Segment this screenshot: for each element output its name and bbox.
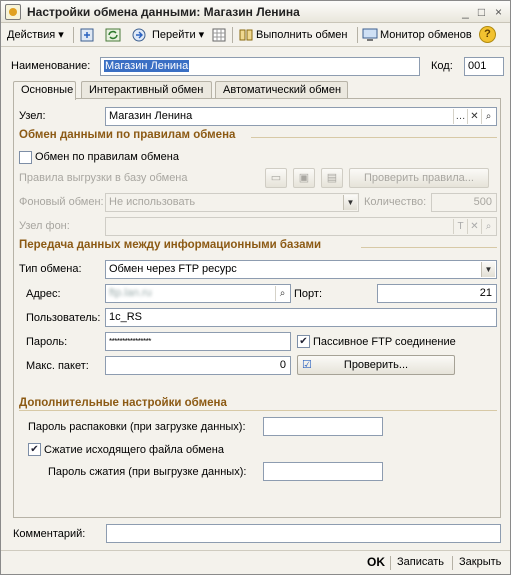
title-bar: Настройки обмена данными: Магазин Ленина… [1, 1, 510, 23]
monitor-exchanges-button[interactable]: Монитор обменов [380, 26, 472, 44]
bg-node-field[interactable]: T ✕ ⌕ [105, 217, 497, 236]
node-select-icon[interactable]: … [453, 109, 467, 124]
name-label: Наименование: [11, 60, 91, 72]
toolbar-separator [232, 27, 233, 43]
section-extra-title: Дополнительные настройки обмена [19, 397, 227, 409]
address-label: Адрес: [26, 288, 61, 300]
monitor-icon [362, 28, 378, 41]
passive-ftp-label: Пассивное FTP соединение [313, 336, 456, 348]
user-field[interactable]: 1c_RS [105, 308, 497, 327]
comment-field[interactable] [106, 524, 501, 543]
help-icon[interactable]: ? [479, 26, 496, 43]
compress-password-label: Пароль сжатия (при выгрузке данных): [48, 466, 247, 478]
open-rules-icon[interactable]: ▭ [265, 168, 287, 188]
tab-interactive[interactable]: Интерактивный обмен [81, 81, 212, 99]
maximize-icon[interactable]: □ [474, 5, 489, 19]
bg-node-label: Узел фон: [19, 220, 70, 232]
bg-node-open-icon[interactable]: ⌕ [481, 219, 495, 234]
port-label: Порт: [294, 288, 322, 300]
passive-ftp-checkbox[interactable]: ✔ [297, 335, 310, 348]
exchange-type-label: Тип обмена: [19, 263, 82, 275]
save-button[interactable]: Записать [397, 556, 444, 568]
rules-exchange-checkbox[interactable] [19, 151, 32, 164]
node-field[interactable]: Магазин Ленина … ✕ ⌕ [105, 107, 497, 126]
section-divider [361, 247, 497, 248]
port-field[interactable]: 21 [377, 284, 497, 303]
unpack-password-label: Пароль распаковки (при загрузке данных): [28, 421, 246, 433]
compress-checkbox[interactable]: ✔ [28, 443, 41, 456]
compress-label: Сжатие исходящего файла обмена [44, 444, 224, 456]
password-field[interactable]: **************** [105, 332, 291, 351]
save-close-icon[interactable] [79, 27, 95, 43]
toolbar-separator [73, 27, 74, 43]
tab-main[interactable]: Основные [13, 81, 76, 100]
button-separator [452, 556, 453, 570]
exchange-type-select[interactable]: Обмен через FTP ресурс ▼ [105, 260, 497, 279]
tab-automatic[interactable]: Автоматический обмен [215, 81, 348, 99]
goto-icon [132, 28, 146, 42]
close-button[interactable]: Закрыть [459, 556, 501, 568]
check-rules-button[interactable]: Проверить правила... [349, 168, 489, 188]
check-icon: ☑ [302, 359, 312, 371]
upload-rules-label: Правила выгрузки в базу обмена [19, 172, 188, 184]
text-edit-icon[interactable]: T [453, 219, 467, 234]
node-open-icon[interactable]: ⌕ [481, 109, 495, 124]
bg-exchange-select[interactable]: Не использовать ▼ [105, 193, 359, 212]
window-title: Настройки обмена данными: Магазин Ленина [27, 5, 300, 19]
section-divider [19, 410, 497, 411]
address-search-icon[interactable]: ⌕ [275, 286, 289, 301]
section-divider [251, 137, 497, 138]
grid-icon[interactable] [211, 27, 227, 43]
section-rules-title: Обмен данными по правилам обмена [19, 129, 236, 141]
minimize-icon[interactable]: _ [458, 5, 473, 19]
code-field[interactable]: 001 [464, 57, 504, 76]
max-packet-field[interactable]: 0 [105, 356, 291, 375]
node-label: Узел: [19, 110, 46, 122]
run-exchange-icon [239, 29, 253, 41]
button-separator [390, 556, 391, 570]
user-label: Пользователь: [26, 312, 101, 324]
rules-info-icon[interactable]: ▤ [321, 168, 343, 188]
unpack-password-field[interactable] [263, 417, 383, 436]
compress-password-field[interactable] [263, 462, 383, 481]
exchange-settings-window: Настройки обмена данными: Магазин Ленина… [0, 0, 511, 575]
max-packet-label: Макс. пакет: [26, 360, 89, 372]
ok-button[interactable]: OK [367, 555, 385, 569]
node-clear-icon[interactable]: ✕ [467, 109, 481, 124]
rules-exchange-label: Обмен по правилам обмена [35, 151, 179, 163]
actions-menu[interactable]: Действия ▾ [7, 26, 64, 44]
save-rules-icon[interactable]: ▣ [293, 168, 315, 188]
section-transfer-title: Передача данных между информационными ба… [19, 239, 322, 251]
password-label: Пароль: [26, 336, 68, 348]
bg-node-clear-icon[interactable]: ✕ [467, 219, 481, 234]
refresh-icon[interactable] [105, 27, 121, 43]
close-icon[interactable]: × [491, 5, 506, 19]
bg-exchange-dropdown-icon[interactable]: ▼ [343, 195, 357, 210]
comment-label: Комментарий: [13, 528, 86, 540]
bg-exchange-label: Фоновый обмен: [19, 196, 104, 208]
count-field[interactable]: 500 [431, 193, 497, 212]
count-label: Количество: [364, 196, 427, 208]
exchange-type-dropdown-icon[interactable]: ▼ [481, 262, 495, 277]
check-connection-button[interactable]: ☑ Проверить... [297, 355, 455, 375]
toolbar: Действия ▾ Перейти ▾ Выполнить обмен Мон… [1, 23, 510, 47]
bottom-bar: OK Записать Закрыть [1, 550, 510, 574]
address-field[interactable]: ftp.lan.ru ⌕ [105, 284, 291, 303]
run-exchange-button[interactable]: Выполнить обмен [256, 26, 347, 44]
app-icon [5, 4, 21, 20]
toolbar-separator [357, 27, 358, 43]
code-label: Код: [431, 60, 453, 72]
goto-menu[interactable]: Перейти ▾ [152, 26, 204, 44]
name-field[interactable]: Магазин Ленина [100, 57, 420, 76]
